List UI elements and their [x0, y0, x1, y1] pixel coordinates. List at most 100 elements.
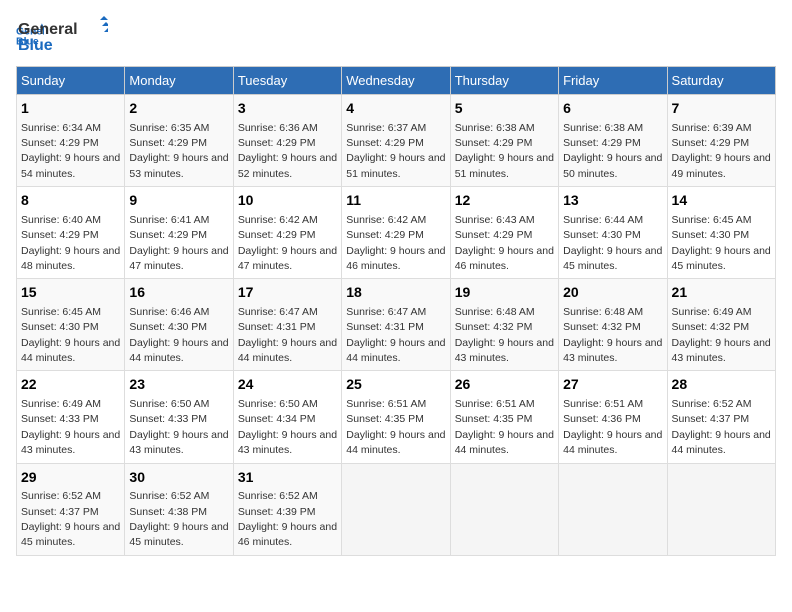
day-info: Sunrise: 6:51 AMSunset: 4:35 PMDaylight:… [455, 398, 554, 456]
day-number: 11 [346, 191, 445, 211]
day-info: Sunrise: 6:52 AMSunset: 4:38 PMDaylight:… [129, 490, 228, 548]
calendar-cell [667, 463, 775, 555]
day-number: 18 [346, 283, 445, 303]
day-info: Sunrise: 6:49 AMSunset: 4:33 PMDaylight:… [21, 398, 120, 456]
day-number: 27 [563, 375, 662, 395]
calendar-cell: 30 Sunrise: 6:52 AMSunset: 4:38 PMDaylig… [125, 463, 233, 555]
day-info: Sunrise: 6:45 AMSunset: 4:30 PMDaylight:… [672, 214, 771, 272]
calendar-week-row: 8 Sunrise: 6:40 AMSunset: 4:29 PMDayligh… [17, 187, 776, 279]
day-number: 25 [346, 375, 445, 395]
calendar-cell: 5 Sunrise: 6:38 AMSunset: 4:29 PMDayligh… [450, 95, 558, 187]
calendar-cell: 8 Sunrise: 6:40 AMSunset: 4:29 PMDayligh… [17, 187, 125, 279]
day-info: Sunrise: 6:45 AMSunset: 4:30 PMDaylight:… [21, 306, 120, 364]
calendar-cell: 27 Sunrise: 6:51 AMSunset: 4:36 PMDaylig… [559, 371, 667, 463]
calendar-cell: 3 Sunrise: 6:36 AMSunset: 4:29 PMDayligh… [233, 95, 341, 187]
calendar-cell: 28 Sunrise: 6:52 AMSunset: 4:37 PMDaylig… [667, 371, 775, 463]
day-number: 21 [672, 283, 771, 303]
day-info: Sunrise: 6:47 AMSunset: 4:31 PMDaylight:… [238, 306, 337, 364]
calendar-table: SundayMondayTuesdayWednesdayThursdayFrid… [16, 66, 776, 556]
day-info: Sunrise: 6:49 AMSunset: 4:32 PMDaylight:… [672, 306, 771, 364]
calendar-cell: 21 Sunrise: 6:49 AMSunset: 4:32 PMDaylig… [667, 279, 775, 371]
calendar-cell: 1 Sunrise: 6:34 AMSunset: 4:29 PMDayligh… [17, 95, 125, 187]
weekday-header-monday: Monday [125, 67, 233, 95]
day-number: 10 [238, 191, 337, 211]
day-number: 22 [21, 375, 120, 395]
day-number: 30 [129, 468, 228, 488]
calendar-cell: 17 Sunrise: 6:47 AMSunset: 4:31 PMDaylig… [233, 279, 341, 371]
day-info: Sunrise: 6:34 AMSunset: 4:29 PMDaylight:… [21, 122, 120, 180]
day-info: Sunrise: 6:36 AMSunset: 4:29 PMDaylight:… [238, 122, 337, 180]
day-number: 14 [672, 191, 771, 211]
day-number: 16 [129, 283, 228, 303]
calendar-cell: 26 Sunrise: 6:51 AMSunset: 4:35 PMDaylig… [450, 371, 558, 463]
day-info: Sunrise: 6:39 AMSunset: 4:29 PMDaylight:… [672, 122, 771, 180]
day-number: 29 [21, 468, 120, 488]
weekday-header-tuesday: Tuesday [233, 67, 341, 95]
calendar-cell: 10 Sunrise: 6:42 AMSunset: 4:29 PMDaylig… [233, 187, 341, 279]
day-number: 12 [455, 191, 554, 211]
calendar-cell: 7 Sunrise: 6:39 AMSunset: 4:29 PMDayligh… [667, 95, 775, 187]
day-number: 23 [129, 375, 228, 395]
day-info: Sunrise: 6:43 AMSunset: 4:29 PMDaylight:… [455, 214, 554, 272]
day-info: Sunrise: 6:38 AMSunset: 4:29 PMDaylight:… [563, 122, 662, 180]
calendar-header: SundayMondayTuesdayWednesdayThursdayFrid… [17, 67, 776, 95]
calendar-cell: 12 Sunrise: 6:43 AMSunset: 4:29 PMDaylig… [450, 187, 558, 279]
calendar-cell: 29 Sunrise: 6:52 AMSunset: 4:37 PMDaylig… [17, 463, 125, 555]
day-info: Sunrise: 6:35 AMSunset: 4:29 PMDaylight:… [129, 122, 228, 180]
day-info: Sunrise: 6:48 AMSunset: 4:32 PMDaylight:… [563, 306, 662, 364]
day-info: Sunrise: 6:40 AMSunset: 4:29 PMDaylight:… [21, 214, 120, 272]
day-number: 4 [346, 99, 445, 119]
day-info: Sunrise: 6:52 AMSunset: 4:37 PMDaylight:… [672, 398, 771, 456]
calendar-body: 1 Sunrise: 6:34 AMSunset: 4:29 PMDayligh… [17, 95, 776, 556]
calendar-cell [342, 463, 450, 555]
weekday-header-saturday: Saturday [667, 67, 775, 95]
day-number: 19 [455, 283, 554, 303]
day-number: 7 [672, 99, 771, 119]
day-info: Sunrise: 6:38 AMSunset: 4:29 PMDaylight:… [455, 122, 554, 180]
day-number: 28 [672, 375, 771, 395]
calendar-week-row: 29 Sunrise: 6:52 AMSunset: 4:37 PMDaylig… [17, 463, 776, 555]
day-number: 26 [455, 375, 554, 395]
day-number: 31 [238, 468, 337, 488]
day-info: Sunrise: 6:47 AMSunset: 4:31 PMDaylight:… [346, 306, 445, 364]
calendar-cell: 20 Sunrise: 6:48 AMSunset: 4:32 PMDaylig… [559, 279, 667, 371]
calendar-cell: 23 Sunrise: 6:50 AMSunset: 4:33 PMDaylig… [125, 371, 233, 463]
calendar-cell: 16 Sunrise: 6:46 AMSunset: 4:30 PMDaylig… [125, 279, 233, 371]
logo: General Blue General Blue [16, 16, 108, 56]
weekday-header-wednesday: Wednesday [342, 67, 450, 95]
calendar-cell: 2 Sunrise: 6:35 AMSunset: 4:29 PMDayligh… [125, 95, 233, 187]
weekday-header-sunday: Sunday [17, 67, 125, 95]
day-info: Sunrise: 6:48 AMSunset: 4:32 PMDaylight:… [455, 306, 554, 364]
day-info: Sunrise: 6:51 AMSunset: 4:35 PMDaylight:… [346, 398, 445, 456]
calendar-cell: 13 Sunrise: 6:44 AMSunset: 4:30 PMDaylig… [559, 187, 667, 279]
day-number: 5 [455, 99, 554, 119]
day-number: 9 [129, 191, 228, 211]
calendar-cell: 18 Sunrise: 6:47 AMSunset: 4:31 PMDaylig… [342, 279, 450, 371]
day-number: 2 [129, 99, 228, 119]
day-number: 8 [21, 191, 120, 211]
day-number: 1 [21, 99, 120, 119]
calendar-cell: 25 Sunrise: 6:51 AMSunset: 4:35 PMDaylig… [342, 371, 450, 463]
day-number: 24 [238, 375, 337, 395]
weekday-header-friday: Friday [559, 67, 667, 95]
weekday-header-thursday: Thursday [450, 67, 558, 95]
calendar-cell: 22 Sunrise: 6:49 AMSunset: 4:33 PMDaylig… [17, 371, 125, 463]
day-info: Sunrise: 6:44 AMSunset: 4:30 PMDaylight:… [563, 214, 662, 272]
weekday-header-row: SundayMondayTuesdayWednesdayThursdayFrid… [17, 67, 776, 95]
day-info: Sunrise: 6:51 AMSunset: 4:36 PMDaylight:… [563, 398, 662, 456]
calendar-cell: 6 Sunrise: 6:38 AMSunset: 4:29 PMDayligh… [559, 95, 667, 187]
day-number: 6 [563, 99, 662, 119]
calendar-week-row: 1 Sunrise: 6:34 AMSunset: 4:29 PMDayligh… [17, 95, 776, 187]
calendar-cell [450, 463, 558, 555]
calendar-cell: 19 Sunrise: 6:48 AMSunset: 4:32 PMDaylig… [450, 279, 558, 371]
calendar-cell: 15 Sunrise: 6:45 AMSunset: 4:30 PMDaylig… [17, 279, 125, 371]
day-info: Sunrise: 6:50 AMSunset: 4:34 PMDaylight:… [238, 398, 337, 456]
svg-text:Blue: Blue [18, 37, 53, 54]
calendar-week-row: 22 Sunrise: 6:49 AMSunset: 4:33 PMDaylig… [17, 371, 776, 463]
day-info: Sunrise: 6:50 AMSunset: 4:33 PMDaylight:… [129, 398, 228, 456]
calendar-cell: 31 Sunrise: 6:52 AMSunset: 4:39 PMDaylig… [233, 463, 341, 555]
calendar-cell: 14 Sunrise: 6:45 AMSunset: 4:30 PMDaylig… [667, 187, 775, 279]
day-number: 13 [563, 191, 662, 211]
page-header: General Blue General Blue [16, 16, 776, 56]
day-number: 17 [238, 283, 337, 303]
